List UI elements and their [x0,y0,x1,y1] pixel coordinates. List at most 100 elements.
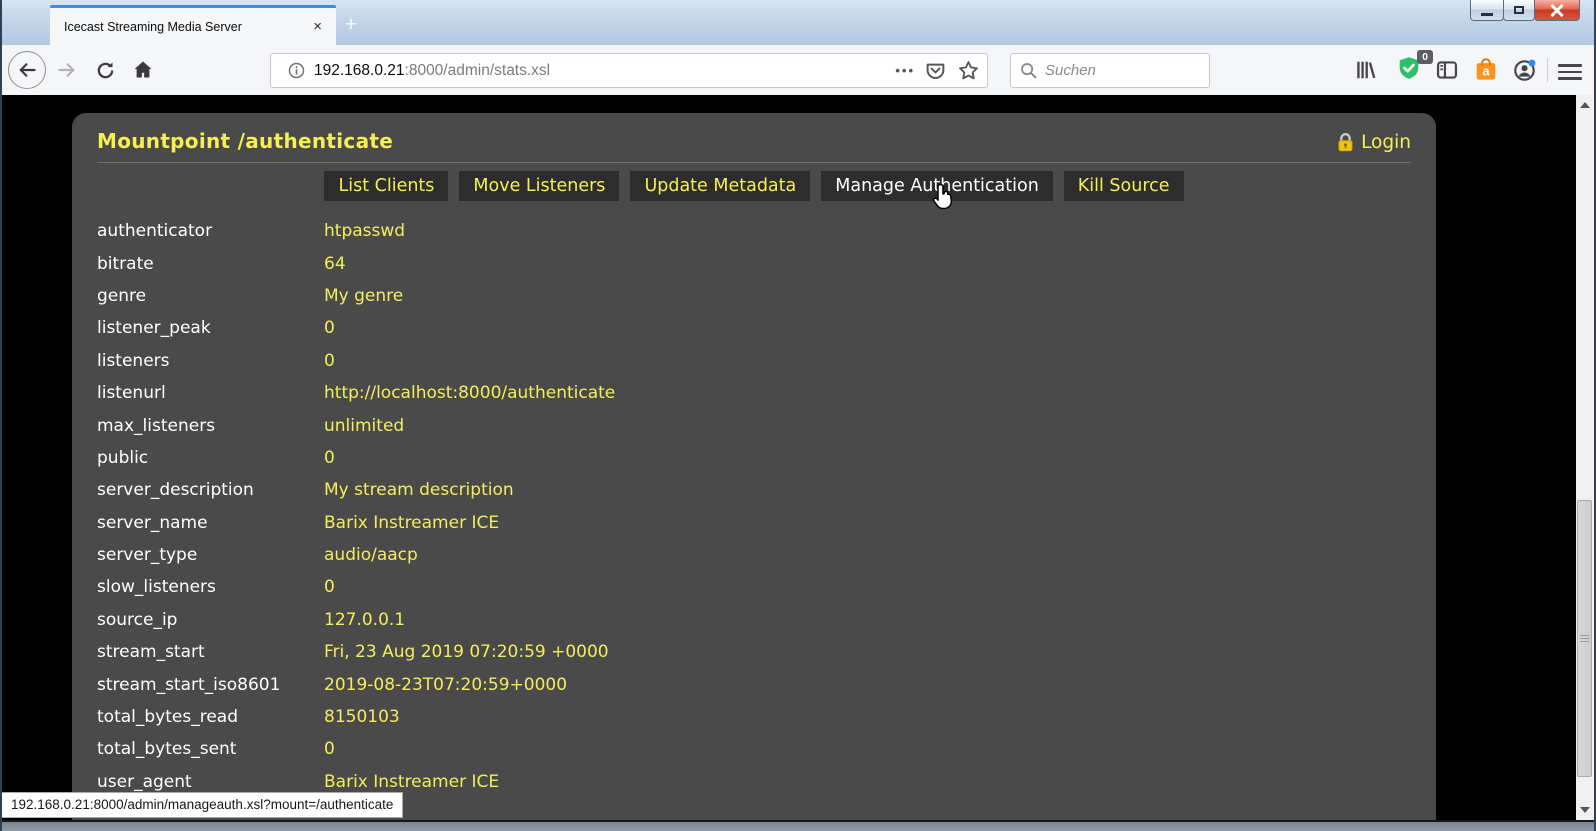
stat-key: public [97,448,324,468]
stat-key: server_name [97,513,324,533]
stat-key: server_type [97,545,324,565]
stat-row-stream_start: stream_startFri, 23 Aug 2019 07:20:59 +0… [97,636,1411,668]
amazon-assistant-button[interactable]: a [1471,56,1501,84]
back-button[interactable] [8,51,46,89]
stat-key: max_listeners [97,416,324,436]
svg-text:a: a [1482,63,1490,78]
stat-row-total_bytes_read: total_bytes_read8150103 [97,701,1411,733]
menu-icon [1558,64,1582,67]
info-icon [288,62,305,79]
vertical-scrollbar[interactable] [1576,95,1594,820]
minimize-icon [1481,13,1493,16]
reload-icon [96,61,115,80]
stat-value: My genre [324,286,403,306]
back-icon [17,60,37,80]
mount-actions: List Clients Move Listeners Update Metadat… [97,171,1411,201]
kill-source-button[interactable]: Kill Source [1064,171,1184,201]
stat-value: Fri, 23 Aug 2019 07:20:59 +0000 [324,642,609,662]
new-tab-button[interactable]: + [338,13,364,39]
protection-shield-button[interactable]: 0 [1394,56,1424,84]
url-bar[interactable]: 192.168.0.21:8000/admin/stats.xsl ••• [270,53,988,88]
scrollbar-grip [1580,633,1589,644]
reload-button[interactable] [90,56,120,84]
stat-key: authenticator [97,221,324,241]
navigation-toolbar: 192.168.0.21:8000/admin/stats.xsl ••• 0 … [2,45,1594,95]
stat-key: source_ip [97,610,324,630]
mouse-cursor [932,183,956,216]
scroll-up-button[interactable] [1576,97,1594,113]
library-button[interactable] [1351,56,1381,84]
stat-row-source_ip: source_ip127.0.0.1 [97,604,1411,636]
tab-icecast[interactable]: Icecast Streaming Media Server × [50,5,336,45]
library-icon [1355,59,1377,81]
page-viewport: Mountpoint /authenticate Login List Clie… [2,95,1594,820]
stat-value: 0 [324,318,335,338]
stat-key: stream_start_iso8601 [97,675,324,695]
mountpoint-card: Mountpoint /authenticate Login List Clie… [72,113,1436,820]
stat-key: genre [97,286,324,306]
stat-key: user_agent [97,772,324,792]
url-text[interactable]: 192.168.0.21:8000/admin/stats.xsl [314,62,885,80]
close-icon [1550,4,1564,16]
stat-key: listener_peak [97,318,324,338]
forward-icon [57,60,77,80]
url-path: :8000/admin/stats.xsl [405,62,551,79]
toolbar-separator [1547,58,1548,82]
stat-value: My stream description [324,480,514,500]
page-actions-icon[interactable]: ••• [895,63,915,78]
stat-value: unlimited [324,416,404,436]
stat-key: server_description [97,480,324,500]
list-clients-button[interactable]: List Clients [324,171,448,201]
update-metadata-button[interactable]: Update Metadata [630,171,810,201]
search-bar[interactable] [1010,53,1210,88]
card-header: Mountpoint /authenticate Login [97,113,1411,163]
stat-key: total_bytes_sent [97,739,324,759]
stat-key: total_bytes_read [97,707,324,727]
maximize-button[interactable] [1503,0,1535,21]
menu-button[interactable] [1558,60,1582,84]
url-host: 192.168.0.21 [314,62,405,79]
scroll-down-button[interactable] [1576,802,1594,818]
stat-value: htpasswd [324,221,405,241]
stat-key: bitrate [97,254,324,274]
stat-row-genre: genreMy genre [97,280,1411,312]
stat-row-server_description: server_descriptionMy stream description [97,474,1411,506]
tab-title: Icecast Streaming Media Server [64,20,309,34]
stat-key: listeners [97,351,324,371]
login-link[interactable]: Login [1337,132,1411,153]
pocket-icon[interactable] [925,60,946,81]
stat-value: 0 [324,577,335,597]
account-button[interactable] [1509,56,1539,84]
stat-row-stream_start_iso8601: stream_start_iso86012019-08-23T07:20:59+… [97,668,1411,700]
stat-row-server_type: server_typeaudio/aacp [97,539,1411,571]
window-controls [1471,0,1580,21]
maximize-icon [1514,6,1524,14]
stat-value: 2019-08-23T07:20:59+0000 [324,675,567,695]
stat-row-total_bytes_sent: total_bytes_sent0 [97,733,1411,765]
home-button[interactable] [128,56,158,84]
stat-row-bitrate: bitrate64 [97,247,1411,279]
page-title: Mountpoint /authenticate [97,129,393,153]
forward-button[interactable] [52,56,82,84]
minimize-button[interactable] [1470,0,1504,21]
shield-badge: 0 [1417,50,1433,64]
close-button[interactable] [1534,0,1580,21]
search-input[interactable] [1045,62,1195,79]
scroll-down-icon [1580,807,1590,813]
stat-value: audio/aacp [324,545,418,565]
scrollbar-thumb[interactable] [1577,500,1592,777]
scroll-up-icon [1580,102,1590,108]
amazon-assistant-icon: a [1474,58,1498,82]
tab-close-icon[interactable]: × [309,18,326,35]
shield-wrap: 0 [1397,56,1421,85]
bookmark-star-icon[interactable] [958,60,979,81]
move-listeners-button[interactable]: Move Listeners [459,171,619,201]
sidebar-icon [1436,59,1458,81]
stat-key: stream_start [97,642,324,662]
stat-value: 0 [324,448,335,468]
lock-icon [1337,133,1354,152]
sidebar-button[interactable] [1432,56,1462,84]
search-icon [1020,62,1037,79]
stat-value: http://localhost:8000/authenticate [324,383,615,403]
stat-value: Barix Instreamer ICE [324,772,499,792]
